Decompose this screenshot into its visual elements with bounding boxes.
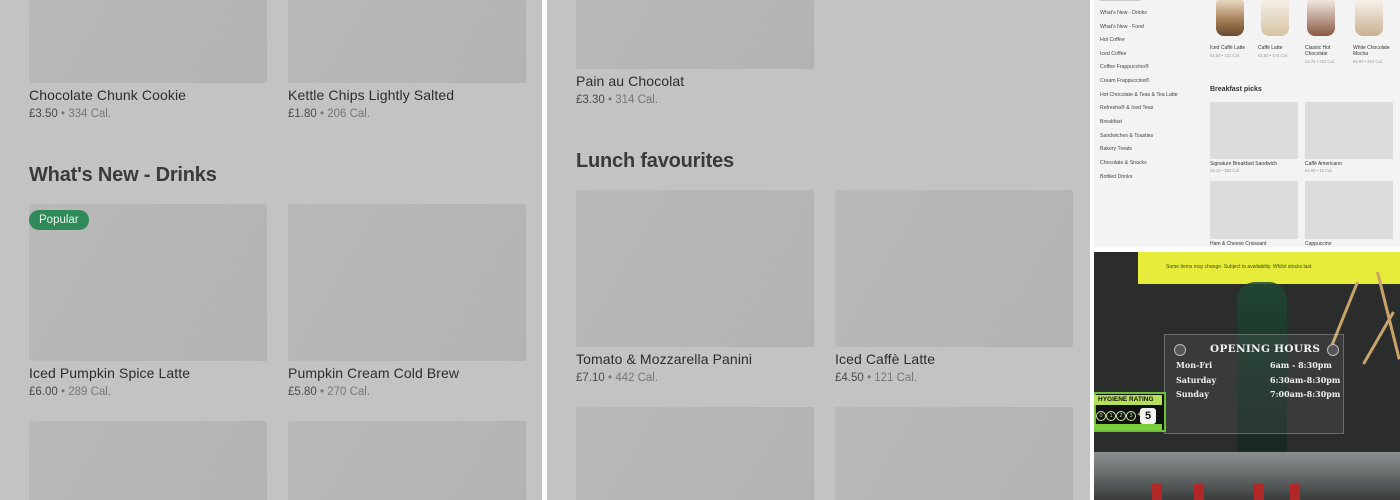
sidebar-item[interactable]: Coffee Frappuccino® [1100, 64, 1149, 70]
product-image[interactable] [1305, 181, 1393, 239]
sidebar-item[interactable]: Breakfast [1100, 119, 1122, 125]
hygiene-rating-label: HYGIENE RATING [1094, 395, 1162, 405]
product-meta: £3.50 • 334 Cal. [29, 108, 112, 120]
hours-day: Saturday [1176, 375, 1217, 385]
sidebar-item[interactable]: What's New - Food [1100, 24, 1144, 30]
sidebar-item[interactable]: Iced Coffee [1100, 51, 1126, 57]
product-name[interactable]: Signature Breakfast Sandwich [1210, 161, 1277, 167]
product-image[interactable] [288, 421, 526, 500]
section-title: Breakfast picks [1210, 86, 1262, 93]
product-meta: £4.50 • 121 Cal. [1210, 53, 1240, 58]
product-meta: £4.00 • 16 Cal. [1305, 168, 1333, 173]
product-meta: £4.75 • 322 Cal. [1305, 59, 1335, 64]
product-name[interactable]: Chocolate Chunk Cookie [29, 87, 186, 103]
product-image[interactable] [835, 407, 1073, 500]
section-title: What's New - Drinks [29, 164, 217, 186]
product-image[interactable] [576, 407, 814, 500]
red-chair [1152, 484, 1162, 500]
hours-day: Sunday [1176, 389, 1209, 399]
product-name[interactable]: Caffè Latte [1258, 45, 1300, 51]
product-image[interactable] [288, 204, 526, 361]
sidebar-item[interactable]: Hot Coffee [1100, 37, 1125, 43]
sidebar-item[interactable]: Chocolate & Snacks [1100, 160, 1147, 166]
opening-hours-title: OPENING HOURS [1210, 343, 1321, 355]
product-image[interactable] [576, 0, 814, 69]
drink-image[interactable] [1307, 0, 1335, 36]
product-meta: £6.10 • 383 Cal. [1210, 168, 1240, 173]
product-meta: £3.30 • 314 Cal. [576, 94, 659, 106]
popular-badge: Popular [29, 210, 89, 230]
sidebar-item[interactable]: Sandwiches & Toasties [1100, 133, 1153, 139]
product-image[interactable] [288, 0, 526, 83]
product-image[interactable] [1305, 102, 1393, 159]
product-name[interactable]: Ham & Cheese Croissant [1210, 241, 1266, 247]
sign-fixing-icon [1174, 344, 1186, 356]
red-chair [1254, 484, 1264, 500]
product-name[interactable]: Pain au Chocolat [576, 73, 684, 89]
sign-fixing-icon [1327, 344, 1339, 356]
product-name[interactable]: Kettle Chips Lightly Salted [288, 87, 454, 103]
menu-screenshot-thumbnail: What's New - Drinks What's New - Food Ho… [1094, 0, 1400, 247]
product-image[interactable] [1210, 102, 1298, 159]
product-name[interactable]: Tomato & Mozzarella Panini [576, 351, 752, 367]
notice-text: Some items may change. Subject to availa… [1166, 264, 1313, 270]
product-meta: £5.80 • 270 Cal. [288, 386, 371, 398]
product-image[interactable] [29, 0, 267, 83]
product-meta: £4.50 • 121 Cal. [835, 372, 918, 384]
sidebar-item[interactable]: Bottled Drinks [1100, 174, 1132, 180]
product-image[interactable] [576, 190, 814, 347]
red-chair [1194, 484, 1204, 500]
middle-menu-panel: Pain au Chocolat £3.30 • 314 Cal. Lunch … [547, 0, 1090, 500]
hours-time: 6:30am-8:30pm [1270, 375, 1341, 385]
chair-leg [1362, 311, 1395, 365]
product-name[interactable]: Iced Caffè Latte [835, 351, 935, 367]
sidebar-item-cut [1100, 0, 1140, 1]
sidebar-item[interactable]: Hot Chocolate & Teas & Tea Latte [1100, 92, 1178, 98]
hygiene-score-circle: 0 [1096, 411, 1106, 421]
product-image[interactable] [29, 421, 267, 500]
product-name[interactable]: White Chocolate Mocha [1353, 45, 1395, 57]
hours-day: Mon-Fri [1176, 360, 1213, 370]
hygiene-score-value: 5 [1140, 408, 1156, 424]
window-sill [1094, 452, 1400, 500]
hygiene-score-circle: 1 [1106, 411, 1116, 421]
drink-image[interactable] [1355, 0, 1383, 36]
left-menu-panel: Chocolate Chunk Cookie £3.50 • 334 Cal. … [0, 0, 542, 500]
product-meta: £5.90 • 314 Cal. [1353, 59, 1383, 64]
sidebar-item[interactable]: Refresha® & Iced Teas [1100, 105, 1153, 111]
chair-leg [1376, 271, 1400, 360]
hygiene-green-band [1094, 424, 1162, 430]
hygiene-score-circle: 2 [1116, 411, 1126, 421]
product-name[interactable]: Classic Hot Chocolate [1305, 45, 1345, 57]
product-name[interactable]: Iced Pumpkin Spice Latte [29, 365, 190, 381]
product-name[interactable]: Pumpkin Cream Cold Brew [288, 365, 459, 381]
product-name[interactable]: Caffè Americano [1305, 161, 1342, 167]
hours-time: 7:00am-8:30pm [1270, 389, 1341, 399]
drink-image[interactable] [1261, 0, 1289, 36]
product-meta: £7.10 • 442 Cal. [576, 372, 659, 384]
sidebar-item[interactable]: Cream Frappuccino® [1100, 78, 1149, 84]
product-meta: £1.80 • 206 Cal. [288, 108, 371, 120]
product-meta: £4.50 • 174 Cal. [1258, 53, 1288, 58]
red-chair [1290, 484, 1300, 500]
product-name[interactable]: Cappuccino [1305, 241, 1331, 247]
hours-time: 6am - 8:30pm [1270, 360, 1332, 370]
sidebar-item[interactable]: Bakery Treats [1100, 146, 1132, 152]
product-name[interactable]: Iced Caffè Latte [1210, 45, 1252, 51]
sidebar-item[interactable]: What's New - Drinks [1100, 10, 1147, 16]
section-title: Lunch favourites [576, 150, 734, 172]
product-image[interactable] [835, 190, 1073, 347]
product-image[interactable] [1210, 181, 1298, 239]
store-window-photo: Some items may change. Subject to availa… [1094, 252, 1400, 500]
drink-image[interactable] [1216, 0, 1244, 36]
product-meta: £6.00 • 289 Cal. [29, 386, 112, 398]
